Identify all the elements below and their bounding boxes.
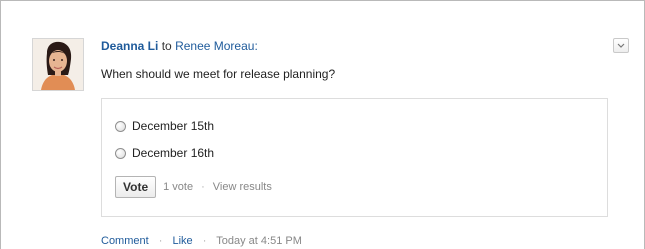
post-menu-button[interactable]	[613, 38, 629, 53]
connector-text: to	[161, 39, 172, 53]
timestamp: Today at 4:51 PM	[216, 235, 302, 247]
avatar-image	[33, 39, 83, 90]
post-header: Deanna Li to Renee Moreau:	[101, 39, 258, 53]
vote-row: Vote 1 vote · View results	[115, 176, 272, 198]
vote-button[interactable]: Vote	[115, 176, 157, 198]
view-results-link[interactable]: View results	[213, 181, 272, 193]
feed-item-container: Deanna Li to Renee Moreau: When should w…	[0, 0, 645, 249]
poll-option-label: December 15th	[132, 119, 215, 133]
radio-button[interactable]	[115, 120, 126, 132]
poll-option[interactable]: December 15th	[115, 118, 214, 134]
like-link[interactable]: Like	[172, 235, 192, 247]
author-link[interactable]: Deanna Li	[101, 39, 158, 53]
poll-box: December 15th December 16th Vote 1 vote …	[101, 98, 608, 217]
comment-link[interactable]: Comment	[101, 235, 149, 247]
footer-separator: ·	[158, 235, 163, 247]
poll-question: When should we meet for release planning…	[101, 67, 336, 81]
separator: ·	[201, 181, 205, 193]
poll-option-label: December 16th	[132, 146, 215, 160]
chevron-down-icon	[617, 43, 625, 48]
radio-button[interactable]	[115, 147, 126, 159]
vote-count: 1 vote	[163, 181, 194, 193]
post-footer: Comment · Like · Today at 4:51 PM	[101, 234, 302, 248]
footer-separator: ·	[202, 235, 207, 247]
avatar[interactable]	[32, 38, 84, 91]
poll-option[interactable]: December 16th	[115, 145, 214, 161]
recipient-link[interactable]: Renee Moreau:	[175, 39, 258, 53]
